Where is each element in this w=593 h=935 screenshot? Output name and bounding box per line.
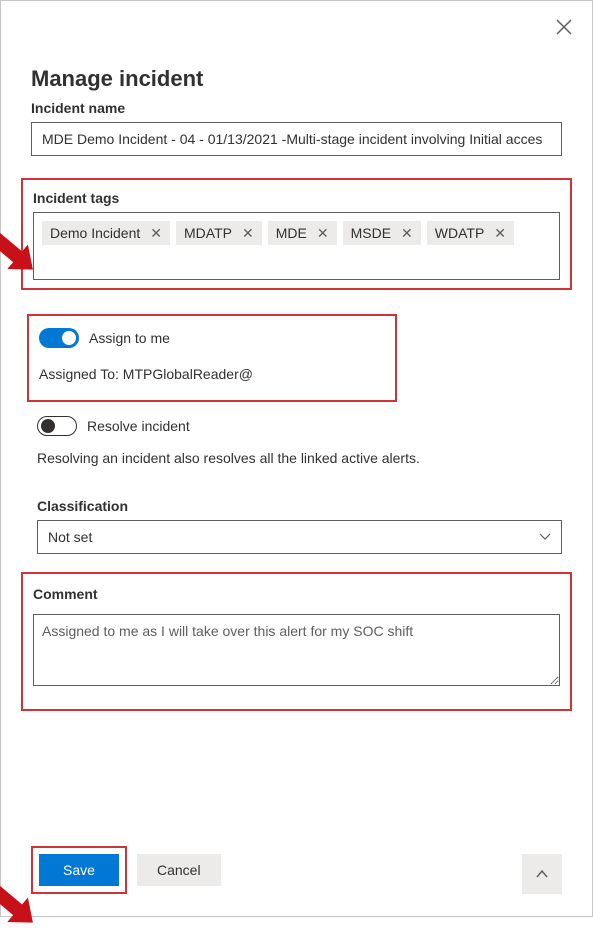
incident-tags-section: Incident tags Demo Incident ✕ MDATP ✕ MD… — [21, 178, 572, 290]
toggle-knob-icon — [41, 419, 55, 433]
tag-remove-icon[interactable]: ✕ — [242, 226, 254, 240]
tag-label: MSDE — [351, 225, 391, 241]
chevron-up-icon — [535, 867, 549, 881]
tag-chip: MDATP ✕ — [176, 221, 262, 245]
save-button[interactable]: Save — [39, 854, 119, 886]
tag-remove-icon[interactable]: ✕ — [401, 226, 413, 240]
resolve-incident-label: Resolve incident — [87, 418, 190, 434]
close-button[interactable] — [556, 19, 572, 38]
comment-label: Comment — [33, 586, 560, 602]
resolve-toggle-row: Resolve incident — [37, 416, 562, 436]
tag-label: MDATP — [184, 225, 232, 241]
tag-label: Demo Incident — [50, 225, 140, 241]
save-highlight-box: Save — [31, 846, 127, 894]
tag-chip: Demo Incident ✕ — [42, 221, 170, 245]
assign-section: Assign to me Assigned To: MTPGlobalReade… — [27, 314, 397, 402]
resolve-incident-toggle[interactable] — [37, 416, 77, 436]
cancel-button[interactable]: Cancel — [137, 854, 221, 886]
tag-chip: WDATP ✕ — [427, 221, 514, 245]
tag-remove-icon[interactable]: ✕ — [150, 226, 162, 240]
dialog-title: Manage incident — [31, 66, 562, 92]
resolve-note: Resolving an incident also resolves all … — [37, 450, 562, 466]
close-icon — [556, 19, 572, 35]
incident-name-input[interactable] — [31, 122, 562, 156]
scroll-to-top-button[interactable] — [522, 854, 562, 894]
assigned-to-value: MTPGlobalReader@ — [123, 366, 253, 382]
classification-block: Classification Not set — [37, 498, 562, 554]
classification-select[interactable]: Not set — [37, 520, 562, 554]
assigned-to-prefix: Assigned To: — [39, 366, 123, 382]
tag-label: MDE — [276, 225, 307, 241]
tag-remove-icon[interactable]: ✕ — [317, 226, 329, 240]
incident-name-label: Incident name — [31, 100, 562, 116]
assign-toggle-row: Assign to me — [39, 328, 385, 348]
assign-to-me-toggle[interactable] — [39, 328, 79, 348]
comment-section: Comment — [21, 572, 572, 711]
tag-chip: MSDE ✕ — [343, 221, 421, 245]
tag-chip: MDE ✕ — [268, 221, 337, 245]
comment-textarea[interactable] — [33, 614, 560, 686]
toggle-knob-icon — [62, 331, 76, 345]
incident-tags-label: Incident tags — [33, 190, 560, 206]
tag-remove-icon[interactable]: ✕ — [494, 226, 506, 240]
assign-to-me-label: Assign to me — [89, 330, 170, 346]
chevron-down-icon — [539, 531, 551, 543]
incident-tags-input[interactable]: Demo Incident ✕ MDATP ✕ MDE ✕ MSDE ✕ WDA… — [33, 212, 560, 280]
classification-value: Not set — [48, 529, 92, 545]
tag-label: WDATP — [435, 225, 485, 241]
assigned-to-line: Assigned To: MTPGlobalReader@ — [39, 366, 385, 382]
dialog-footer: Save Cancel — [31, 846, 562, 894]
classification-label: Classification — [37, 498, 562, 514]
